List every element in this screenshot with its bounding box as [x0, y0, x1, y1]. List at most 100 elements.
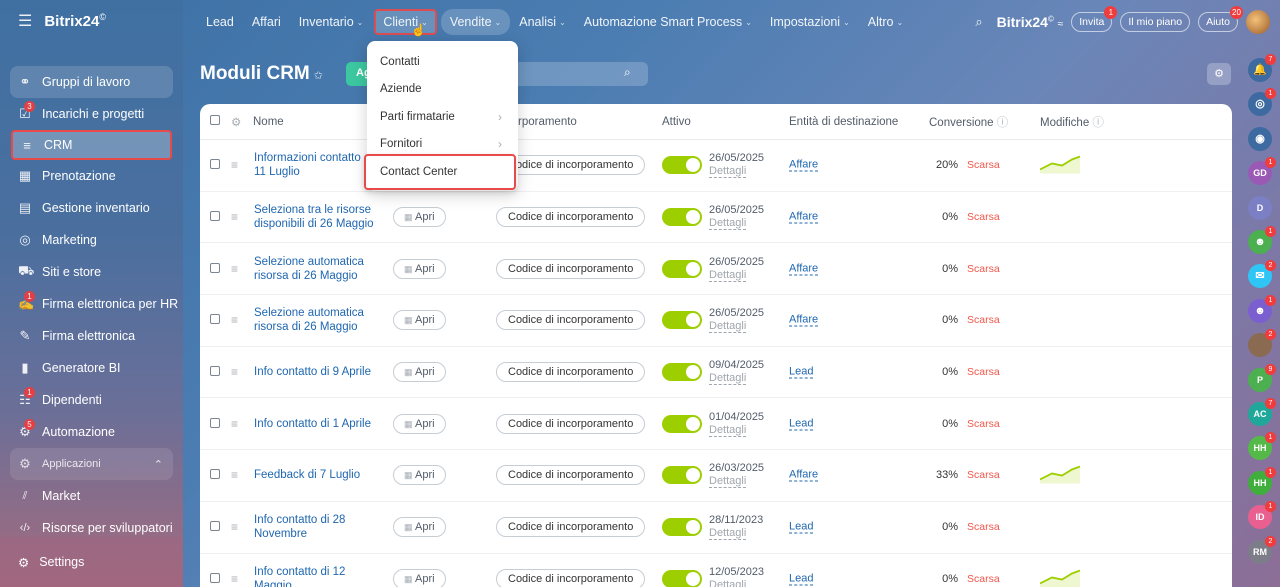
invite-button[interactable]: Invita 1: [1071, 6, 1118, 32]
photo-avatar-icon[interactable]: 2: [1248, 329, 1276, 358]
details-link[interactable]: Dettagli: [709, 475, 747, 489]
sidebar-item-dipendenti[interactable]: ☷ 1 Dipendenti: [0, 384, 183, 416]
drag-handle-icon[interactable]: ≡: [231, 210, 238, 224]
row-checkbox[interactable]: [210, 365, 220, 379]
form-name-link[interactable]: Feedback di 7 Luglio: [254, 468, 374, 482]
drag-handle-icon[interactable]: ≡: [231, 365, 238, 379]
header-embed[interactable]: rporamento: [518, 116, 577, 128]
form-name-link[interactable]: Info contatto di 12 Maggio: [254, 565, 374, 587]
nav-item-vendite[interactable]: Vendite ⌄: [440, 9, 511, 35]
sidebar-item-settings[interactable]: ⚙ Settings: [0, 537, 183, 587]
sidebar-item-crm[interactable]: ≡ CRM: [11, 130, 172, 160]
form-name-link[interactable]: Seleziona tra le risorse disponibili di …: [254, 203, 374, 231]
nav-item-affari[interactable]: Affari: [243, 9, 290, 35]
sidebar-item-firma-elettronica[interactable]: ✎ Firma elettronica: [0, 320, 183, 352]
open-button[interactable]: ▦ Apri: [393, 207, 446, 228]
active-toggle[interactable]: [662, 208, 702, 227]
sidebar-item-gruppi-di-lavoro[interactable]: ⚭ Gruppi di lavoro: [10, 66, 173, 98]
group-chat-icon[interactable]: ☻ 1: [1248, 226, 1276, 254]
form-name-link[interactable]: Info contatto di 28 Novembre: [254, 513, 374, 541]
dropdown-item-parti-firmatarie[interactable]: Parti firmatarie ›: [367, 103, 518, 131]
search-icon[interactable]: ⌕: [624, 65, 631, 80]
column-settings-icon[interactable]: ⚙: [231, 115, 241, 129]
sidebar-item-prenotazione[interactable]: ▦ Prenotazione: [0, 160, 183, 192]
form-name-link[interactable]: Info contatto di 1 Aprile: [254, 417, 374, 431]
copilot-icon[interactable]: ◎ 1: [1248, 88, 1276, 117]
open-button[interactable]: ▦ Apri: [393, 568, 446, 587]
header-active[interactable]: Attivo: [662, 116, 691, 128]
embed-code-button[interactable]: Codice di incorporamento: [496, 465, 646, 486]
nav-item-lead[interactable]: Lead: [197, 9, 243, 35]
logo[interactable]: Bitrix24©: [44, 12, 106, 30]
header-conversion[interactable]: Conversione ⓘ: [929, 114, 1008, 130]
details-link[interactable]: Dettagli: [709, 423, 747, 437]
active-toggle[interactable]: [662, 259, 702, 278]
embed-code-button[interactable]: Codice di incorporamento: [496, 362, 646, 383]
sidebar-item-marketing[interactable]: ◎ Marketing: [0, 224, 183, 256]
drag-handle-icon[interactable]: ≡: [231, 262, 238, 276]
open-button[interactable]: ▦ Apri: [393, 258, 446, 279]
dropdown-item-contatti[interactable]: Contatti: [367, 48, 518, 76]
target-entity-link[interactable]: Affare: [789, 314, 819, 327]
form-name-link[interactable]: Selezione automatica risorsa di 26 Maggi…: [254, 255, 374, 283]
chevron-up-icon[interactable]: ⌃: [154, 458, 163, 471]
nav-item-inventario[interactable]: Inventario ⌄: [290, 9, 373, 35]
embed-code-button[interactable]: Codice di incorporamento: [496, 258, 646, 279]
sidebar-item-firma-elettronica-per-hr[interactable]: ✍ 1 Firma elettronica per HR: [0, 288, 183, 320]
open-button[interactable]: ▦ Apri: [393, 465, 446, 486]
hamburger-icon[interactable]: ☰: [18, 11, 32, 31]
details-link[interactable]: Dettagli: [709, 372, 747, 386]
chat-avatar-p[interactable]: P9: [1248, 363, 1276, 392]
active-toggle[interactable]: [662, 569, 702, 587]
chat-avatar-hh[interactable]: HH 1: [1248, 466, 1276, 495]
drag-handle-icon[interactable]: ≡: [231, 158, 238, 172]
bell-icon[interactable]: 🔔 7: [1248, 54, 1276, 82]
active-toggle[interactable]: [662, 414, 702, 433]
sidebar-section-applicazioni[interactable]: ⚙ Applicazioni ⌃: [10, 448, 173, 480]
details-link[interactable]: Dettagli: [709, 268, 747, 282]
header-target[interactable]: Entità di destinazione: [789, 116, 898, 128]
target-entity-link[interactable]: Lead: [789, 521, 814, 534]
active-toggle[interactable]: [662, 311, 702, 330]
target-entity-link[interactable]: Lead: [789, 417, 814, 431]
row-checkbox[interactable]: [210, 572, 220, 586]
dropdown-item-contact-center[interactable]: Contact Center: [364, 154, 516, 190]
nav-item-analisi[interactable]: Analisi ⌄: [510, 9, 575, 35]
settings-gear-button[interactable]: ⚙: [1207, 63, 1231, 85]
pin-icon[interactable]: ✩: [314, 70, 323, 82]
embed-code-button[interactable]: Codice di incorporamento: [496, 207, 646, 228]
details-link[interactable]: Dettagli: [709, 217, 747, 231]
header-changes[interactable]: Modifiche ⓘ: [1040, 114, 1104, 130]
embed-code-button[interactable]: Codice di incorporamento: [496, 568, 646, 587]
select-all-checkbox[interactable]: [210, 115, 220, 128]
drag-handle-icon[interactable]: ≡: [231, 313, 238, 327]
dropdown-item-aziende[interactable]: Aziende: [367, 76, 518, 104]
chat-avatar-d[interactable]: D: [1248, 195, 1272, 220]
nav-item-clienti[interactable]: Clienti ⌄: [374, 9, 437, 35]
target-entity-link[interactable]: Affare: [789, 159, 819, 172]
form-name-link[interactable]: Informazioni contatto di 11 Luglio: [254, 151, 374, 179]
header-name[interactable]: Nome: [253, 116, 284, 128]
sidebar-item-siti-e-store[interactable]: ⛟ Siti e store: [0, 256, 183, 288]
drag-handle-icon[interactable]: ≡: [231, 417, 238, 431]
top-logo[interactable]: Bitrix24© ≈: [997, 14, 1064, 30]
sidebar-item-automazione[interactable]: ⚙ 5 Automazione: [0, 416, 183, 448]
open-button[interactable]: ▦ Apri: [393, 310, 446, 331]
nav-item-altro[interactable]: Altro ⌄: [859, 9, 912, 35]
details-link[interactable]: Dettagli: [709, 165, 747, 179]
row-checkbox[interactable]: [210, 158, 220, 172]
active-toggle[interactable]: [662, 518, 702, 537]
row-checkbox[interactable]: [210, 262, 220, 276]
open-button[interactable]: ▦ Apri: [393, 517, 446, 538]
row-checkbox[interactable]: [210, 468, 220, 482]
row-checkbox[interactable]: [210, 520, 220, 534]
chat-avatar-rm[interactable]: RM 2: [1248, 535, 1276, 564]
embed-code-button[interactable]: Codice di incorporamento: [496, 155, 646, 176]
sidebar-item-market[interactable]: ⫽ Market: [0, 480, 183, 512]
target-entity-link[interactable]: Affare: [789, 469, 819, 482]
embed-code-button[interactable]: Codice di incorporamento: [496, 413, 646, 434]
row-checkbox[interactable]: [210, 210, 220, 224]
target-entity-link[interactable]: Affare: [789, 211, 819, 224]
chat-avatar-id[interactable]: ID 1: [1248, 501, 1276, 530]
open-button[interactable]: ▦ Apri: [393, 362, 446, 383]
